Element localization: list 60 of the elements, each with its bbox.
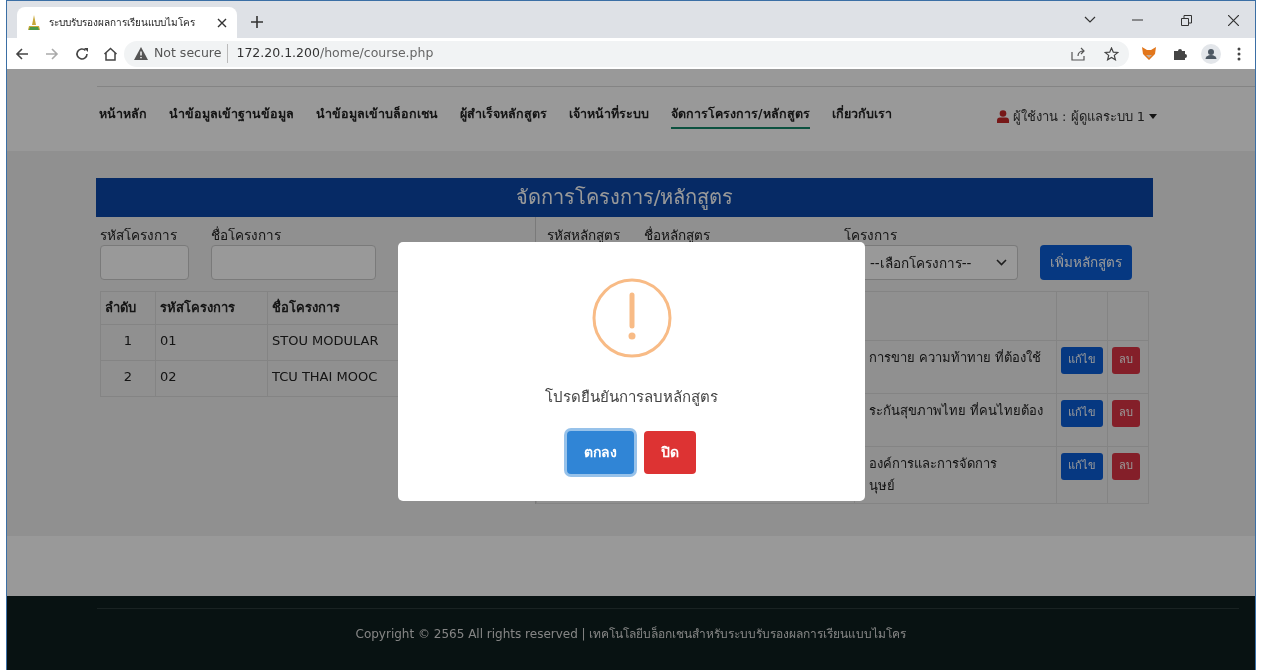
more-menu-icon[interactable] bbox=[1237, 46, 1241, 61]
close-icon[interactable] bbox=[217, 17, 227, 28]
delete-button[interactable]: ลบ bbox=[1112, 453, 1140, 480]
table-cell-text: นุษย์ bbox=[869, 477, 896, 496]
table-cell-text: การขาย ความท้าทาย ที่ต้องใช้ bbox=[869, 348, 1043, 368]
table-cell: 02 bbox=[155, 360, 268, 397]
footer-text: Copyright © 2565 All rights reserved | เทคโนโลยีบล็อกเชนสำหรับระบบรับรองผลการเรียนแบบไมโคร bbox=[354, 625, 908, 643]
delete-button[interactable]: ลบ bbox=[1112, 347, 1140, 374]
add-course-button[interactable]: เพิ่มหลักสูตร bbox=[1040, 245, 1132, 280]
table-cell-text: ระกันสุขภาพไทย ที่คนไทยต้อง bbox=[869, 401, 1045, 421]
profile-icon[interactable] bbox=[1201, 43, 1221, 64]
nav-link[interactable]: นำข้อมูลเข้าฐานข้อมูล bbox=[169, 105, 294, 129]
table-cell-text: องค์การและการจัดการ bbox=[869, 455, 998, 474]
table-cell: 1 bbox=[100, 324, 156, 361]
reload-icon[interactable] bbox=[75, 46, 89, 61]
nav-link[interactable]: เจ้าหน้าที่ระบบ bbox=[569, 105, 649, 129]
table-cell: 2 bbox=[100, 360, 156, 397]
column-header: รหัสโครงการ bbox=[155, 291, 268, 325]
security-label: Not secure bbox=[154, 44, 222, 63]
fox-icon[interactable] bbox=[1141, 46, 1157, 61]
nav-link[interactable]: นำข้อมูลเข้าบล็อกเชน bbox=[316, 105, 438, 129]
chevron-down-icon bbox=[996, 259, 1007, 267]
edit-button[interactable]: แก้ไข bbox=[1061, 453, 1103, 480]
dialog-message: โปรดยืนยันการลบหลักสูตร bbox=[545, 387, 718, 408]
warning-icon bbox=[591, 278, 672, 358]
field-label: ชื่อหลักสูตร bbox=[644, 225, 710, 245]
user-menu[interactable]: ผู้ใช้งาน : ผู้ดูแลระบบ 1 bbox=[996, 107, 1157, 127]
edit-button[interactable]: แก้ไข bbox=[1061, 400, 1103, 427]
nav-link[interactable]: ผู้สำเร็จหลักสูตร bbox=[460, 105, 547, 129]
field-label: รหัสโครงการ bbox=[100, 226, 178, 245]
tab-title: ระบบรับรองผลการเรียนแบบไมโคร bbox=[49, 16, 196, 30]
text-field[interactable] bbox=[100, 245, 189, 281]
field-label: รหัสหลักสูตร bbox=[547, 226, 620, 245]
close-button[interactable]: ปิด bbox=[644, 430, 696, 474]
new-tab-icon[interactable] bbox=[251, 16, 263, 28]
caret-icon bbox=[1149, 114, 1157, 120]
column-header: ลำดับ bbox=[100, 291, 156, 325]
nav-link[interactable]: หน้าหลัก bbox=[99, 105, 147, 129]
field-label: โครงการ bbox=[844, 226, 898, 245]
table-cell: 01 bbox=[155, 324, 268, 361]
nav-link[interactable]: เกี่ยวกับเรา bbox=[831, 105, 892, 129]
edit-button[interactable]: แก้ไข bbox=[1061, 347, 1103, 374]
home-icon[interactable] bbox=[103, 46, 118, 61]
star-icon[interactable] bbox=[1104, 46, 1119, 61]
chevron-down-icon[interactable] bbox=[1084, 16, 1096, 24]
restore-icon[interactable] bbox=[1181, 15, 1192, 26]
text-field[interactable] bbox=[211, 245, 376, 281]
delete-button[interactable]: ลบ bbox=[1112, 400, 1140, 427]
share-icon[interactable] bbox=[1071, 46, 1086, 61]
temple-icon bbox=[27, 14, 41, 31]
page-title: จัดการโครงการ/หลักสูตร bbox=[96, 178, 1153, 217]
puzzle-icon[interactable] bbox=[1173, 46, 1187, 61]
user-icon bbox=[996, 110, 1009, 124]
field-label: ชื่อโครงการ bbox=[211, 225, 282, 245]
confirm-button[interactable]: ตกลง bbox=[567, 430, 634, 474]
close-icon[interactable] bbox=[1228, 15, 1239, 26]
url-text[interactable]: 172.20.1.200/home/course.php bbox=[227, 44, 434, 63]
nav-link[interactable]: จัดการโครงการ/หลักสูตร bbox=[671, 105, 810, 129]
warning-icon[interactable] bbox=[134, 47, 148, 60]
back-arrow-icon[interactable] bbox=[15, 46, 29, 61]
